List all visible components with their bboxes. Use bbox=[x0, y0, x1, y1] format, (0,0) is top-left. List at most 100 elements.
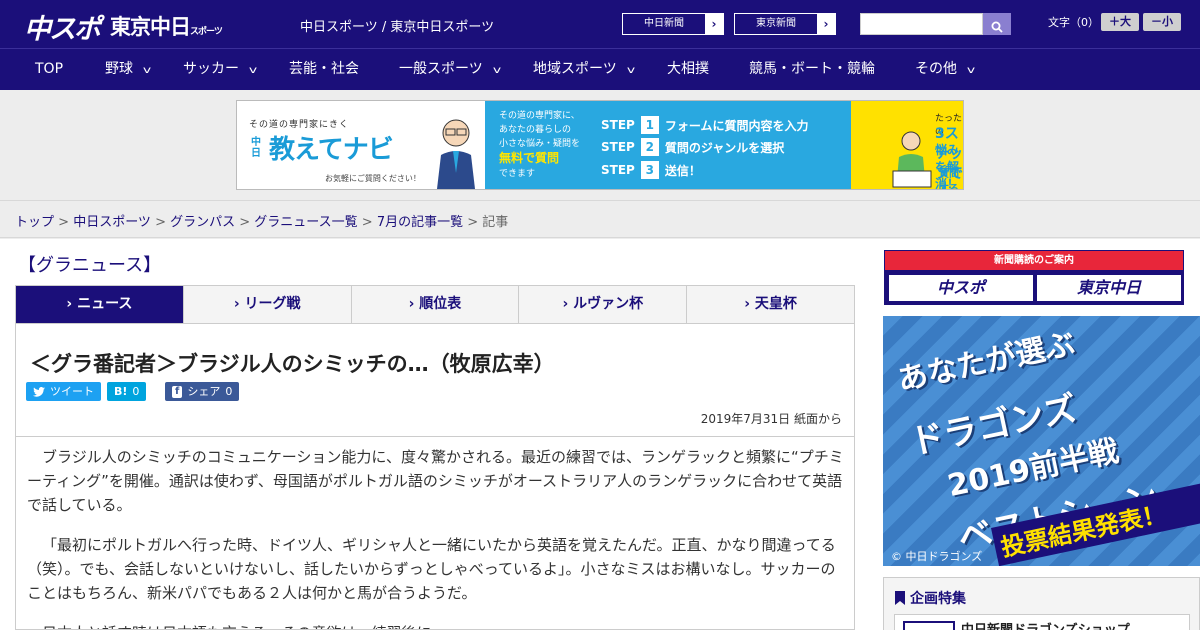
twitter-bird-icon bbox=[33, 386, 45, 397]
article-paragraph: 「最初にポルトガルへ行った時、ドイツ人、ギリシャ人と一緒にいたから英語を覚えたん… bbox=[27, 536, 836, 602]
article-dateline: 2019年7月31日 紙面から bbox=[700, 412, 842, 426]
vote-copyright: © 中日ドラゴンズ bbox=[891, 550, 983, 563]
breadcrumb-current: 記事 bbox=[482, 215, 509, 230]
tweet-button[interactable]: ツイート bbox=[26, 382, 101, 401]
news-tabs: › ニュース › リーグ戦 › 順位表 › ルヴァン杯 › 天皇杯 bbox=[15, 285, 855, 324]
top-header: 中スポ 東京中日スポーツ 中日スポーツ / 東京中日スポーツ 中日新聞 › 東京… bbox=[0, 0, 1200, 48]
nav-label: その他 bbox=[915, 61, 957, 77]
nav-label: 地域スポーツ bbox=[533, 61, 617, 77]
facebook-share-button[interactable]: f シェア 0 bbox=[165, 382, 240, 401]
breadcrumb-separator: > bbox=[357, 215, 377, 230]
search-button[interactable] bbox=[983, 13, 1011, 35]
banner-brand-panel: その道の専門家にきく 中日 教えてナビ お気軽にご質問ください！ bbox=[237, 101, 485, 189]
feature-thumbnail bbox=[903, 621, 955, 630]
step-text: 質問のジャンルを選択 bbox=[664, 140, 785, 155]
feature-section: 企画特集 中日新聞ドラゴンズショップ bbox=[883, 577, 1200, 630]
font-larger-button[interactable]: ＋大 bbox=[1101, 13, 1139, 31]
tokyo-chunichi-logo-text: 東京中日 bbox=[110, 15, 191, 39]
hatena-bookmark-button[interactable]: B! 0 bbox=[107, 382, 147, 401]
breadcrumb-separator: > bbox=[150, 215, 171, 230]
nav-item-general-sports[interactable]: 一般スポーツ v bbox=[399, 49, 501, 90]
feature-title-text: 企画特集 bbox=[910, 591, 966, 607]
person-laptop-illustration-icon bbox=[892, 131, 932, 188]
nav-item-top[interactable]: TOP bbox=[35, 49, 63, 90]
feature-item-label: 中日新聞ドラゴンズショップ bbox=[961, 619, 1130, 630]
banner-desc-line: 小さな悩み・疑問を bbox=[499, 139, 581, 149]
font-size-label: 文字（0） bbox=[1048, 16, 1099, 29]
banner-brand-note: お気軽にご質問ください！ bbox=[325, 174, 421, 183]
tokyo-chunichi-logo-small: スポーツ bbox=[190, 27, 223, 37]
subscribe-chuspo-logo[interactable]: 中スポ bbox=[889, 275, 1033, 301]
tokyo-shimbun-label: 東京新聞 bbox=[735, 14, 817, 34]
breadcrumb-link-top[interactable]: トップ bbox=[15, 215, 54, 230]
chevron-down-icon: v bbox=[626, 65, 635, 76]
banner-steps-panel: その道の専門家に、 あなたの暮らしの 小さな悩み・疑問を 無料で質問 できます … bbox=[485, 101, 851, 189]
tab-league[interactable]: › リーグ戦 bbox=[184, 286, 352, 323]
tab-news[interactable]: › ニュース bbox=[16, 286, 184, 323]
step-number: 1 bbox=[640, 116, 659, 134]
banner-desc-highlight: 無料で質問 bbox=[499, 151, 560, 165]
breadcrumb-link-july[interactable]: 7月の記事一覧 bbox=[377, 215, 463, 230]
step-label: STEP bbox=[601, 163, 635, 177]
chevron-down-icon: v bbox=[966, 65, 976, 76]
banner-step-3: STEP 3 送信！ bbox=[601, 161, 701, 179]
tokyo-chunichi-logo[interactable]: 東京中日スポーツ bbox=[110, 11, 223, 41]
article-paragraph: ブラジル人のシミッチのコミュニケーション能力に、度々驚かされる。最近の練習では、… bbox=[27, 448, 844, 514]
oshiete-navi-ad-banner[interactable]: その道の専門家にきく 中日 教えてナビ お気軽にご質問ください！ その道の専門家… bbox=[236, 100, 964, 190]
nav-item-regional-sports[interactable]: 地域スポーツ v bbox=[533, 49, 635, 90]
main-content: 【グラニュース】 › ニュース › リーグ戦 › 順位表 › ルヴァン杯 › 天… bbox=[0, 239, 1200, 630]
expert-illustration-icon bbox=[437, 119, 475, 189]
nav-label: 野球 bbox=[105, 61, 133, 77]
banner-ask-button[interactable]: 質問する → bbox=[935, 165, 963, 189]
facebook-share-label: シェア bbox=[187, 385, 221, 398]
chuspo-logo[interactable]: 中スポ bbox=[24, 7, 101, 46]
tab-emperors-cup[interactable]: › 天皇杯 bbox=[687, 286, 854, 323]
breadcrumb-link-chuspo[interactable]: 中日スポーツ bbox=[73, 215, 151, 230]
search-input[interactable] bbox=[860, 13, 983, 35]
nav-item-other[interactable]: その他 v bbox=[915, 49, 976, 90]
article: ＜グラ番記者＞ブラジル人のシミッチの…（牧原広幸） ツイート B! 0 f シェ… bbox=[15, 324, 855, 630]
divider bbox=[16, 436, 854, 437]
nav-label: 一般スポーツ bbox=[399, 61, 483, 77]
chevron-right-icon: › bbox=[711, 17, 717, 31]
subscription-box[interactable]: 新聞購読のご案内 中スポ 東京中日 bbox=[884, 250, 1184, 305]
banner-desc-line: あなたの暮らしの bbox=[499, 125, 572, 135]
step-label: STEP bbox=[601, 118, 635, 132]
article-headline: ＜グラ番記者＞ブラジル人のシミッチの…（牧原広幸） bbox=[30, 352, 555, 376]
nav-item-racing[interactable]: 競馬・ボート・競輪 bbox=[749, 49, 875, 90]
banner-desc-line: その道の専門家に、 bbox=[499, 111, 580, 121]
font-smaller-button[interactable]: －小 bbox=[1143, 13, 1181, 31]
search-icon bbox=[991, 21, 1003, 33]
step-number: 3 bbox=[640, 161, 659, 179]
nav-label: TOP bbox=[35, 61, 64, 77]
nav-label: 大相撲 bbox=[667, 61, 709, 77]
nav-item-soccer[interactable]: サッカー v bbox=[183, 49, 257, 90]
tab-levain-cup[interactable]: › ルヴァン杯 bbox=[519, 286, 688, 323]
subscription-title: 新聞購読のご案内 bbox=[885, 251, 1183, 270]
hatena-icon: B! bbox=[114, 385, 128, 398]
tokyo-shimbun-button[interactable]: 東京新聞 › bbox=[734, 13, 836, 35]
chunichi-shimbun-button[interactable]: 中日新聞 › bbox=[622, 13, 724, 35]
main-nav: TOP 野球 v サッカー v 芸能・社会 一般スポーツ v 地域スポーツ v 大相撲 … bbox=[0, 48, 1200, 90]
tweet-label: ツイート bbox=[50, 385, 94, 398]
tab-standings[interactable]: › 順位表 bbox=[352, 286, 520, 323]
breadcrumb-link-gra-news[interactable]: グラニュース一覧 bbox=[254, 215, 357, 230]
article-paragraph: 日本人と話す時は日本語も交える。その意欲は、練習後に… bbox=[27, 621, 845, 629]
feature-item[interactable]: 中日新聞ドラゴンズショップ bbox=[894, 614, 1190, 630]
breadcrumb-separator: > bbox=[463, 215, 483, 230]
breadcrumb-link-grampus[interactable]: グランパス bbox=[170, 215, 235, 230]
step-label: STEP bbox=[601, 140, 635, 154]
nav-item-entertainment[interactable]: 芸能・社会 bbox=[289, 49, 359, 90]
best-scene-vote-banner[interactable]: あなたが選ぶ ドラゴンズ 2019前半戦 ベストシーン 投票結果発表！ © 中日… bbox=[883, 316, 1200, 566]
step-text: 送信！ bbox=[664, 163, 701, 178]
site-name-link[interactable]: 中日スポーツ / 東京中日スポーツ bbox=[300, 16, 494, 35]
nav-item-baseball[interactable]: 野球 v bbox=[105, 49, 151, 90]
step-text: フォームに質問内容を入力 bbox=[664, 118, 809, 133]
nav-item-sumo[interactable]: 大相撲 bbox=[667, 49, 709, 90]
chevron-right-icon: › bbox=[823, 17, 829, 31]
chunichi-shimbun-label: 中日新聞 bbox=[623, 14, 705, 34]
nav-label: サッカー bbox=[183, 61, 239, 77]
breadcrumb-separator: > bbox=[235, 215, 255, 230]
banner-desc-line: できます bbox=[499, 169, 536, 179]
subscribe-tokyo-chunichi-logo[interactable]: 東京中日 bbox=[1037, 275, 1181, 301]
